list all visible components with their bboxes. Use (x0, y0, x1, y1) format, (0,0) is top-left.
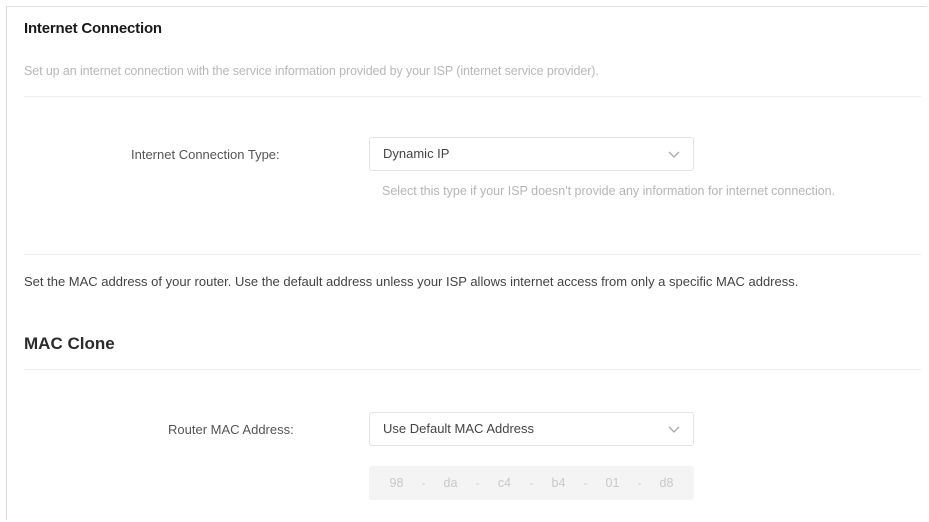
mac-octet-field: c4 (497, 476, 512, 490)
connection-type-select[interactable]: Dynamic IP (369, 137, 694, 171)
chevron-down-icon (668, 426, 680, 433)
router-mac-select[interactable]: Use Default MAC Address (369, 412, 694, 446)
mac-clone-title: MAC Clone (24, 334, 115, 353)
mac-octet-field: b4 (551, 476, 566, 490)
connection-type-value: Dynamic IP (383, 146, 450, 161)
mac-separator: - (583, 476, 588, 490)
mac-separator: - (475, 476, 480, 490)
mac-octet-field: da (443, 476, 458, 490)
connection-type-hint: Select this type if your ISP doesn't pro… (382, 184, 836, 198)
router-mac-label: Router MAC Address: (168, 422, 294, 437)
mac-separator: - (529, 476, 534, 490)
mac-octet-field: 01 (605, 476, 620, 490)
mac-octet-field: d8 (659, 476, 674, 490)
mac-separator: - (421, 476, 426, 490)
internet-connection-title: Internet Connection (24, 20, 162, 37)
internet-connection-description: Set up an internet connection with the s… (24, 64, 599, 78)
router-mac-value: Use Default MAC Address (383, 421, 535, 436)
mac-description: Set the MAC address of your router. Use … (24, 274, 799, 289)
connection-type-label: Internet Connection Type: (131, 147, 280, 162)
chevron-down-icon (668, 151, 680, 158)
divider (24, 369, 921, 370)
divider (24, 96, 921, 97)
mac-octet-field: 98 (389, 476, 404, 490)
divider (24, 254, 921, 255)
mac-address-fields: 98 - da - c4 - b4 - 01 - d8 (369, 466, 694, 500)
mac-separator: - (637, 476, 642, 490)
